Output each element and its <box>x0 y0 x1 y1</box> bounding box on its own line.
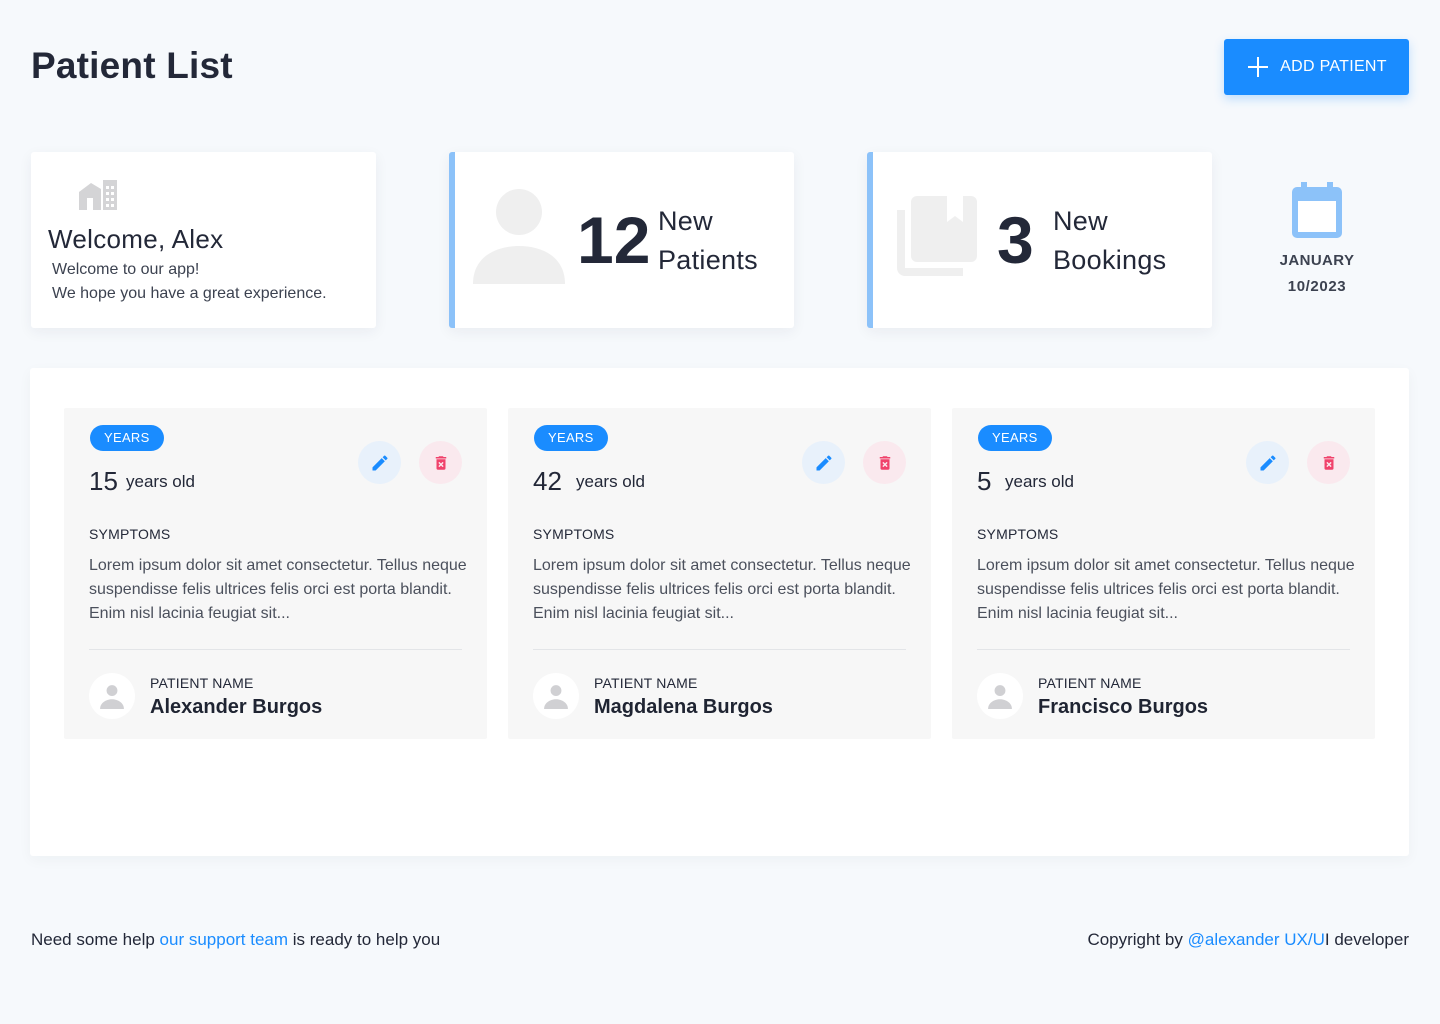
edit-button[interactable] <box>358 441 401 484</box>
avatar <box>533 673 579 719</box>
patient-card[interactable]: YEARS 15 years old SYMPTOMS Lorem ipsum … <box>64 408 487 739</box>
welcome-message-line1: Welcome to our app! <box>52 261 200 278</box>
years-badge: YEARS <box>534 425 608 451</box>
pencil-icon <box>816 454 832 470</box>
person-icon <box>988 685 1012 709</box>
patient-cards-panel: YEARS 15 years old SYMPTOMS Lorem ipsum … <box>30 368 1409 856</box>
patient-name-label: PATIENT NAME <box>150 675 254 691</box>
symptoms-text: Lorem ipsum dolor sit amet consectetur. … <box>533 557 911 622</box>
footer-copyright: Copyright by @alexander UX/UI developer <box>1087 930 1409 949</box>
welcome-card: Welcome, Alex Welcome to our app! We hop… <box>31 152 376 328</box>
new-bookings-count: 3 <box>997 203 1034 277</box>
patient-age: 15 <box>89 466 118 496</box>
patient-age-unit: years old <box>126 472 195 491</box>
date-widget[interactable]: JANUARY 10/2023 <box>1262 182 1372 295</box>
plus-icon <box>1248 57 1269 77</box>
patient-card[interactable]: YEARS 5 years old SYMPTOMS Lorem ipsum d… <box>952 408 1375 739</box>
edit-button[interactable] <box>802 441 845 484</box>
author-link[interactable]: @alexander UX/U <box>1188 930 1325 949</box>
trash-icon <box>879 455 890 470</box>
pencil-icon <box>1260 454 1276 470</box>
trash-icon <box>1323 455 1334 470</box>
pencil-icon <box>372 454 388 470</box>
symptoms-text: Lorem ipsum dolor sit amet consectetur. … <box>89 557 467 622</box>
card-divider <box>89 649 462 650</box>
welcome-heading: Welcome, Alex <box>48 224 224 254</box>
avatar <box>977 673 1023 719</box>
date-value: 10/2023 <box>1287 278 1347 295</box>
new-patients-card[interactable]: 12 New Patients <box>449 152 794 328</box>
patient-age-unit: years old <box>576 472 645 491</box>
card-divider <box>977 649 1350 650</box>
patient-age: 42 <box>533 466 562 496</box>
card-divider <box>533 649 906 650</box>
trash-icon <box>435 455 446 470</box>
symptoms-label: SYMPTOMS <box>533 526 615 542</box>
support-team-link[interactable]: our support team <box>160 930 289 949</box>
patient-name: Alexander Burgos <box>150 696 323 718</box>
patient-name-label: PATIENT NAME <box>594 675 698 691</box>
welcome-message-line2: We hope you have a great experience. <box>52 285 327 302</box>
patient-age-unit: years old <box>1005 472 1074 491</box>
symptoms-label: SYMPTOMS <box>89 526 171 542</box>
add-patient-label: ADD PATIENT <box>1280 58 1387 75</box>
symptoms-text: Lorem ipsum dolor sit amet consectetur. … <box>977 557 1355 622</box>
add-patient-button[interactable]: ADD PATIENT <box>1224 39 1409 95</box>
symptoms-label: SYMPTOMS <box>977 526 1059 542</box>
person-icon <box>473 189 565 284</box>
patient-name: Francisco Burgos <box>1038 696 1209 718</box>
delete-button[interactable] <box>863 441 906 484</box>
edit-button[interactable] <box>1246 441 1289 484</box>
new-patients-label: New Patients <box>658 206 758 275</box>
library-books-icon <box>897 196 977 276</box>
person-icon <box>100 685 124 709</box>
years-badge: YEARS <box>90 425 164 451</box>
patient-age: 5 <box>977 466 992 496</box>
calendar-icon <box>1292 182 1342 238</box>
date-month: JANUARY <box>1279 252 1355 269</box>
patient-card[interactable]: YEARS 42 years old SYMPTOMS Lorem ipsum … <box>508 408 931 739</box>
avatar <box>89 673 135 719</box>
person-icon <box>544 685 568 709</box>
patient-name: Magdalena Burgos <box>594 696 773 718</box>
home-icon <box>79 180 117 210</box>
footer-help: Need some help our support team is ready… <box>31 930 441 949</box>
new-bookings-card[interactable]: 3 New Bookings <box>867 152 1212 328</box>
years-badge: YEARS <box>978 425 1052 451</box>
new-bookings-label: New Bookings <box>1053 206 1167 275</box>
patient-name-label: PATIENT NAME <box>1038 675 1142 691</box>
new-patients-count: 12 <box>577 203 651 277</box>
delete-button[interactable] <box>1307 441 1350 484</box>
page-title: Patient List <box>31 45 233 86</box>
delete-button[interactable] <box>419 441 462 484</box>
